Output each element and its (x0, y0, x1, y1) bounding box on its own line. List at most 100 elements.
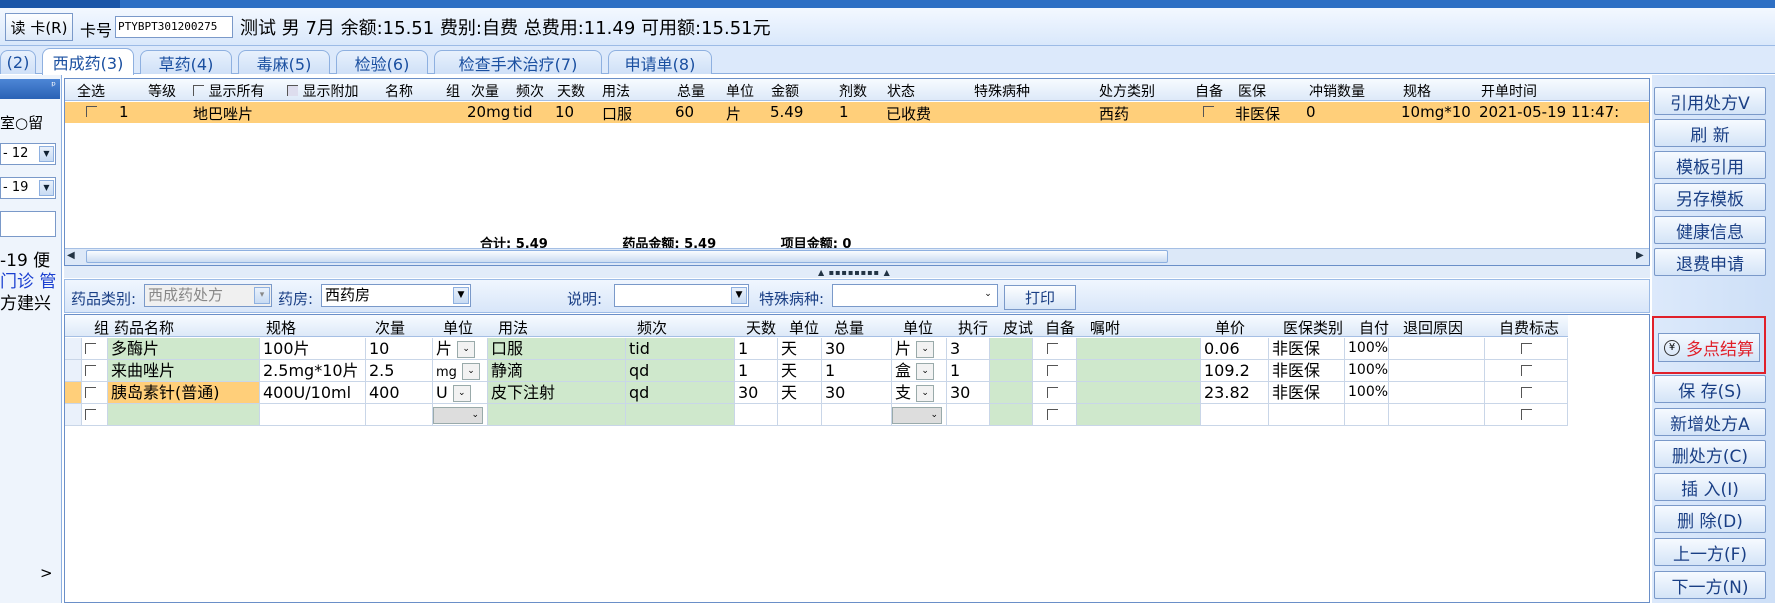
cell-drug-name[interactable] (108, 404, 260, 425)
cell-skin-test[interactable] (990, 382, 1033, 403)
cell-dose[interactable]: 2.5 (366, 360, 433, 381)
card-number-input[interactable]: PTYBPT301200275 (115, 16, 233, 38)
multi-point-settle-button[interactable]: ¥ 多点结算 (1658, 333, 1760, 362)
chevron-down-icon[interactable]: ⌄ (457, 341, 476, 358)
cell-exec[interactable]: 3 (947, 338, 990, 359)
chevron-down-icon[interactable]: ⌄ (462, 363, 481, 380)
cell-usage[interactable]: 静滴 (488, 360, 626, 381)
cell-exec[interactable]: 1 (947, 360, 990, 381)
table-row[interactable]: 多酶片 100片 10 片 ⌄ 口服 tid 1 天 30 片 ⌄ 3 0.06… (65, 338, 1568, 360)
splitter-grip-icon[interactable]: ▲ ▪▪▪▪▪▪▪▪ ▲ (818, 268, 891, 277)
left-search-input[interactable] (0, 211, 56, 237)
cell-dose[interactable]: 400 (366, 382, 433, 403)
read-card-button[interactable]: 读 卡(R) (5, 13, 73, 41)
cell-self-prep-checkbox[interactable] (1033, 382, 1077, 403)
cell-return-reason[interactable] (1389, 404, 1485, 425)
cell-total[interactable]: 30 (822, 338, 892, 359)
cell-usage[interactable]: 口服 (488, 338, 626, 359)
pin-icon[interactable]: ᵖ (0, 79, 60, 99)
show-all-checkbox[interactable]: 显示所有 (193, 81, 264, 101)
row-group-checkbox[interactable] (82, 404, 108, 425)
tab-lab-test[interactable]: 检验(6) (336, 50, 428, 74)
cell-total[interactable]: 30 (822, 382, 892, 403)
scroll-left-icon[interactable]: ◀ (67, 250, 75, 261)
insert-button[interactable]: 插 入(I) (1654, 473, 1766, 501)
refresh-button[interactable]: 刷 新 (1654, 119, 1766, 147)
print-button[interactable]: 打印 (1004, 285, 1076, 310)
dropdown-icon[interactable]: ▼ (39, 146, 54, 162)
next-prescription-button[interactable]: 下一方(N) (1654, 571, 1766, 599)
cell-dose-unit[interactable]: mg ⌄ (433, 360, 488, 381)
cell-usage[interactable]: 皮下注射 (488, 382, 626, 403)
cell-return-reason[interactable] (1389, 360, 1485, 381)
cell-days[interactable] (735, 404, 778, 425)
cell-total-unit[interactable]: 盒 ⌄ (892, 360, 947, 381)
cell-skin-test[interactable] (990, 404, 1033, 425)
chevron-down-icon[interactable]: ⌄ (452, 385, 471, 402)
chevron-down-icon[interactable]: ⌄ (980, 287, 996, 304)
cell-self-pay-flag-checkbox[interactable] (1485, 404, 1568, 425)
cell-self-pay-flag-checkbox[interactable] (1485, 382, 1568, 403)
tab-application[interactable]: 申请单(8) (608, 50, 712, 74)
cell-days[interactable]: 1 (735, 338, 778, 359)
cell-exec[interactable]: 30 (947, 382, 990, 403)
cell-dose-unit[interactable]: ⌄ (433, 404, 488, 425)
cell-freq[interactable]: tid (626, 338, 735, 359)
cell-dose[interactable]: 10 (366, 338, 433, 359)
cell-total-unit[interactable]: 支 ⌄ (892, 382, 947, 403)
pharmacy-select[interactable]: 西药房 ▼ (321, 284, 471, 307)
scrollbar-thumb[interactable] (86, 250, 1168, 263)
cell-days[interactable]: 1 (735, 360, 778, 381)
tab-exam-surgery[interactable]: 检查手术治疗(7) (434, 50, 602, 74)
refund-apply-button[interactable]: 退费申请 (1654, 248, 1766, 276)
chevron-down-icon[interactable]: ⌄ (916, 385, 935, 402)
cell-freq[interactable]: qd (626, 382, 735, 403)
cell-instructions[interactable] (1077, 404, 1201, 425)
prev-prescription-button[interactable]: 上一方(F) (1654, 538, 1766, 566)
delete-button[interactable]: 删 除(D) (1654, 505, 1766, 533)
date-end-select[interactable]: - 19 ▼ (0, 177, 56, 199)
cell-freq[interactable] (626, 404, 735, 425)
chevron-down-icon[interactable]: ⌄ (916, 341, 935, 358)
chevron-down-icon[interactable]: ⌄ (916, 363, 935, 380)
dropdown-icon[interactable]: ▾ (254, 287, 270, 304)
health-info-button[interactable]: 健康信息 (1654, 216, 1766, 244)
table-row[interactable]: 来曲唑片 2.5mg*10片 2.5 mg ⌄ 静滴 qd 1 天 1 盒 ⌄ … (65, 360, 1568, 382)
template-cite-button[interactable]: 模板引用 (1654, 151, 1766, 179)
cell-total-unit[interactable]: 片 ⌄ (892, 338, 947, 359)
cell-drug-name[interactable]: 多酶片 (108, 338, 260, 359)
drug-category-select[interactable]: 西成药处方 ▾ (144, 284, 272, 307)
checkbox-checked-icon[interactable] (287, 85, 298, 96)
cell-skin-test[interactable] (990, 360, 1033, 381)
cell-total[interactable]: 1 (822, 360, 892, 381)
note-select[interactable]: ▼ (614, 284, 749, 307)
cell-instructions[interactable] (1077, 338, 1201, 359)
cell-exec[interactable] (947, 404, 990, 425)
save-template-button[interactable]: 另存模板 (1654, 183, 1766, 211)
chevron-down-icon[interactable]: ⌄ (892, 407, 942, 424)
cell-dose-unit[interactable]: 片 ⌄ (433, 338, 488, 359)
tab-western-medicine[interactable]: 西成药(3) (42, 48, 134, 75)
row-group-checkbox[interactable] (82, 338, 108, 359)
table-row[interactable]: 胰岛素针(普通) 400U/10ml 400 U ⌄ 皮下注射 qd 30 天 … (65, 382, 1568, 404)
delete-prescription-button[interactable]: 删处方(C) (1654, 440, 1766, 468)
dropdown-icon[interactable]: ▼ (453, 287, 469, 304)
row-group-checkbox[interactable] (82, 382, 108, 403)
checkbox-icon[interactable] (193, 85, 204, 96)
cell-instructions[interactable] (1077, 360, 1201, 381)
tab-herbal[interactable]: 草药(4) (140, 50, 232, 74)
cell-return-reason[interactable] (1389, 338, 1485, 359)
dropdown-icon[interactable]: ▼ (39, 180, 54, 196)
cell-instructions[interactable] (1077, 382, 1201, 403)
table-row[interactable]: ⌄ ⌄ (65, 404, 1568, 426)
special-disease-select[interactable]: ⌄ (832, 284, 998, 307)
visit-type-radio[interactable]: 室○留 (0, 112, 43, 133)
cell-freq[interactable]: qd (626, 360, 735, 381)
cell-dose-unit[interactable]: U ⌄ (433, 382, 488, 403)
col-select-all[interactable]: 全选 (77, 81, 105, 101)
cell-dose[interactable] (366, 404, 433, 425)
row-select-checkbox[interactable] (86, 103, 97, 121)
show-extra-checkbox[interactable]: 显示附加 (287, 81, 358, 101)
cell-days[interactable]: 30 (735, 382, 778, 403)
cell-self-prep-checkbox[interactable] (1033, 404, 1077, 425)
